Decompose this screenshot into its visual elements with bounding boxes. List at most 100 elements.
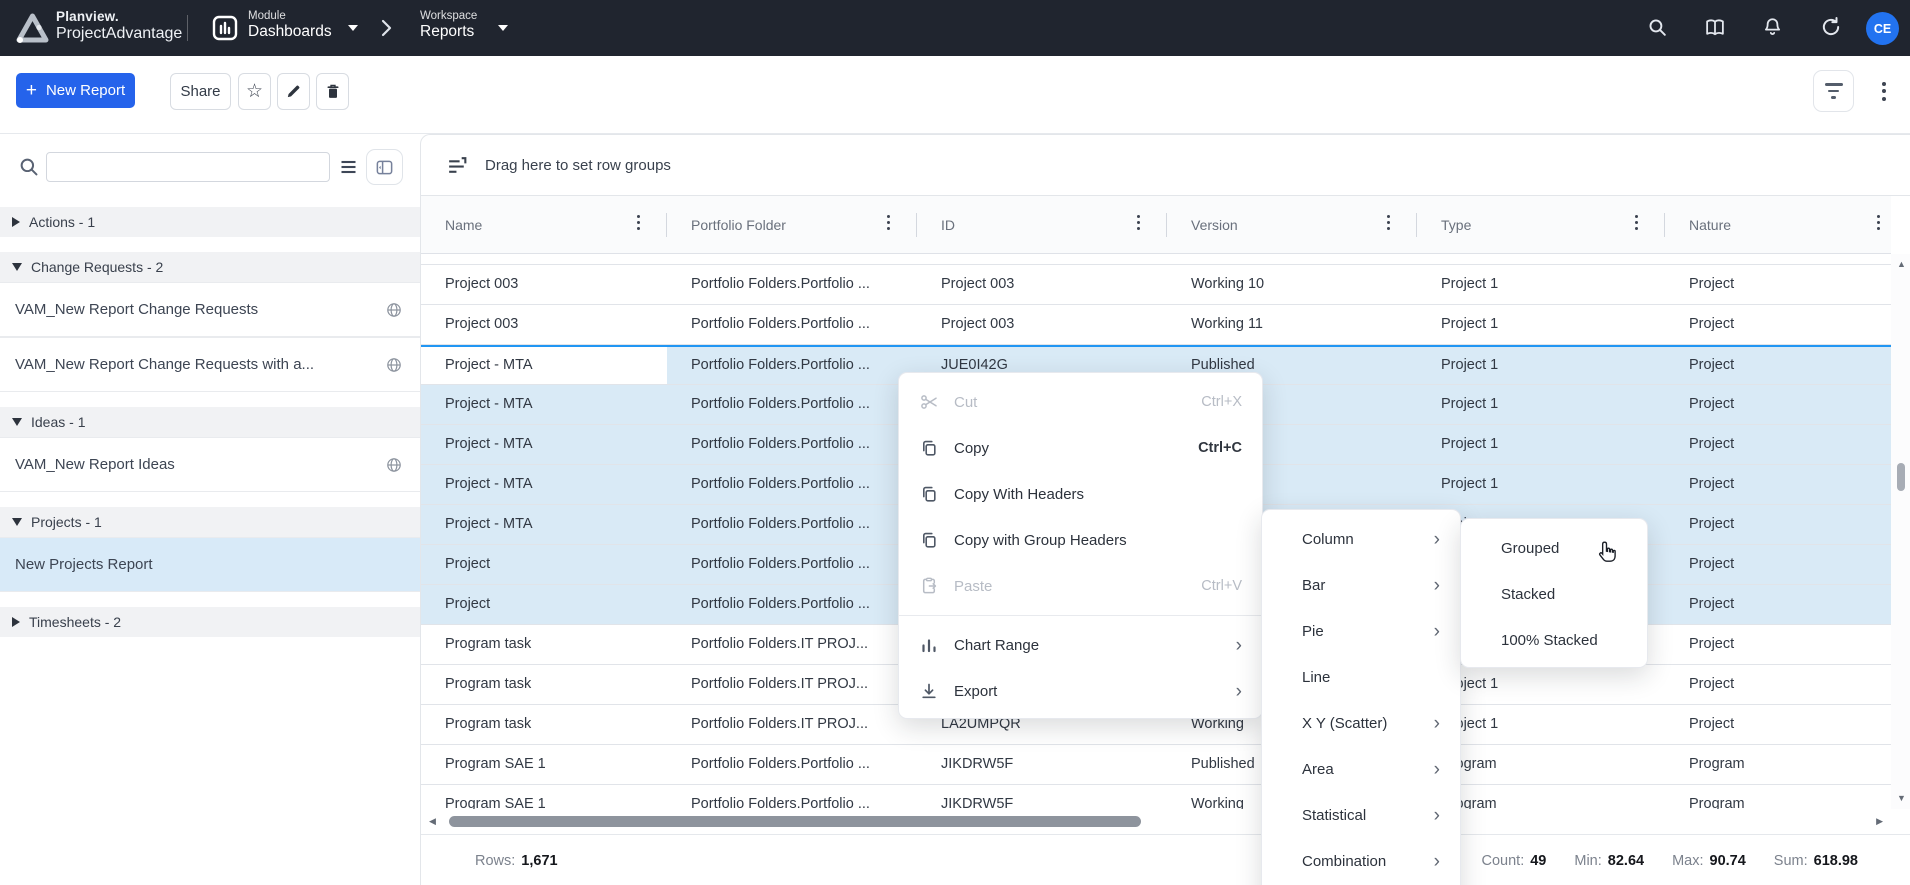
chart-menu-item-area[interactable]: Area› (1262, 746, 1460, 792)
cell-nature[interactable]: Project (1665, 305, 1891, 344)
vertical-scroll-thumb[interactable] (1897, 463, 1905, 491)
cell-folder[interactable]: Portfolio Folders.Portfolio ... (667, 545, 917, 584)
cell-folder[interactable]: Portfolio Folders.Portfolio ... (667, 465, 917, 504)
context-menu-item-copy-with-headers[interactable]: Copy With Headers (899, 471, 1262, 517)
cell-name[interactable]: Project 003 (421, 265, 667, 304)
scroll-right-icon[interactable]: ▶ (1876, 817, 1883, 826)
cell-nature[interactable]: Program (1665, 785, 1891, 809)
cell-nature[interactable]: Project (1665, 665, 1891, 704)
cell-name[interactable]: Project 003 (421, 305, 667, 344)
cell-folder[interactable]: Portfolio Folders.Portfolio ... (667, 305, 917, 344)
cell-folder[interactable]: Portfolio Folders.Portfolio ... (667, 505, 917, 544)
column-header-type[interactable]: Type (1417, 196, 1665, 254)
column-menu-kebab-icon[interactable] (1137, 215, 1140, 230)
cell-type[interactable]: Project 1 (1417, 305, 1665, 344)
cell-name[interactable]: Program task (421, 705, 667, 744)
context-menu-item-paste[interactable]: PasteCtrl+V (899, 563, 1262, 609)
cell-type[interactable]: Project 1 (1417, 347, 1665, 384)
cell-name[interactable]: Project - MTA (421, 505, 667, 544)
refresh-icon[interactable] (1820, 16, 1842, 38)
cell-type[interactable]: Project 1 (1417, 465, 1665, 504)
cell-folder[interactable]: Portfolio Folders.IT PROJ... (667, 705, 917, 744)
table-row[interactable]: Project 003Portfolio Folders.Portfolio .… (421, 265, 1891, 305)
tree-item[interactable]: VAM_New Report Change Requests with a... (0, 337, 420, 392)
tree-group-change[interactable]: Change Requests - 2 (0, 252, 420, 282)
column-header-version[interactable]: Version (1167, 196, 1417, 254)
column-header-name[interactable]: Name (421, 196, 667, 254)
cell-name[interactable]: Project (421, 545, 667, 584)
new-report-button[interactable]: + New Report (16, 73, 135, 108)
favorite-button[interactable]: ☆ (238, 73, 271, 110)
cell-nature[interactable]: Program (1665, 745, 1891, 784)
column-menu-kebab-icon[interactable] (1635, 215, 1638, 230)
column-header-folder[interactable]: Portfolio Folder (667, 196, 917, 254)
cell-folder[interactable]: Portfolio Folders.Portfolio ... (667, 745, 917, 784)
column-menu-item-stacked[interactable]: Stacked (1461, 571, 1647, 617)
table-row[interactable]: Program SAE 1Portfolio Folders.Portfolio… (421, 785, 1891, 809)
cell-id[interactable]: JIKDRW5F (917, 785, 1167, 809)
chart-menu-item-column[interactable]: Column› (1262, 516, 1460, 562)
table-row[interactable] (421, 254, 1891, 265)
cell-folder[interactable]: Portfolio Folders.IT PROJ... (667, 625, 917, 664)
cell-nature[interactable]: Project (1665, 385, 1891, 424)
context-menu-item-export[interactable]: Export› (899, 668, 1262, 714)
workspace-selector[interactable]: Workspace Reports (420, 10, 477, 41)
cell-nature[interactable]: Project (1665, 265, 1891, 304)
chart-menu-item-x-y-scatter-[interactable]: X Y (Scatter)› (1262, 700, 1460, 746)
edit-button[interactable] (277, 73, 310, 110)
bell-icon[interactable] (1762, 16, 1783, 38)
row-group-dropzone[interactable]: Drag here to set row groups (421, 135, 1910, 196)
chevron-expanded-icon[interactable] (12, 418, 22, 426)
cell-name[interactable]: Program SAE 1 (421, 785, 667, 809)
column-header-nature[interactable]: Nature (1665, 196, 1891, 254)
sidebar-search-input[interactable] (46, 152, 330, 182)
cell-version[interactable]: Working 10 (1167, 265, 1417, 304)
tree-group-ideas[interactable]: Ideas - 1 (0, 407, 420, 437)
context-menu-item-cut[interactable]: CutCtrl+X (899, 379, 1262, 425)
horizontal-scrollbar[interactable]: ◀ ▶ (421, 809, 1891, 834)
cell-folder[interactable]: Portfolio Folders.Portfolio ... (667, 425, 917, 464)
filter-button[interactable] (1813, 70, 1854, 112)
chevron-collapsed-icon[interactable] (12, 617, 20, 627)
cell-nature[interactable]: Project (1665, 505, 1891, 544)
cell-id[interactable]: JIKDRW5F (917, 745, 1167, 784)
tree-item[interactable]: VAM_New Report Change Requests (0, 282, 420, 337)
cell-folder[interactable]: Portfolio Folders.Portfolio ... (667, 785, 917, 809)
workspace-chevron-down-icon[interactable] (498, 25, 508, 31)
tree-group-actions[interactable]: Actions - 1 (0, 207, 420, 237)
search-icon[interactable] (1647, 17, 1668, 38)
chevron-expanded-icon[interactable] (12, 518, 22, 526)
module-chevron-down-icon[interactable] (348, 25, 358, 31)
cell-id[interactable]: Project 003 (917, 305, 1167, 344)
tree-group-projects[interactable]: Projects - 1 (0, 507, 420, 537)
cell-name[interactable]: Program task (421, 665, 667, 704)
cell-nature[interactable]: Project (1665, 347, 1891, 384)
scroll-down-icon[interactable]: ▼ (1897, 794, 1906, 803)
cell-name[interactable]: Project (421, 585, 667, 624)
table-row[interactable]: Project 003Portfolio Folders.Portfolio .… (421, 305, 1891, 345)
cell-id[interactable]: Project 003 (917, 265, 1167, 304)
collapse-panel-button[interactable] (366, 149, 403, 185)
column-menu-kebab-icon[interactable] (887, 215, 890, 230)
cell-folder[interactable]: Portfolio Folders.Portfolio ... (667, 585, 917, 624)
tree-item[interactable]: New Projects Report (0, 537, 420, 592)
cell-nature[interactable]: Project (1665, 585, 1891, 624)
column-menu-item-100-stacked[interactable]: 100% Stacked (1461, 617, 1647, 663)
chart-menu-item-line[interactable]: Line (1262, 654, 1460, 700)
cell-name[interactable]: Project - MTA (421, 385, 667, 424)
cell-name[interactable]: Program SAE 1 (421, 745, 667, 784)
cell-name[interactable]: Project - MTA (421, 347, 667, 384)
column-menu-kebab-icon[interactable] (1387, 215, 1390, 230)
column-menu-kebab-icon[interactable] (637, 215, 640, 230)
cell-nature[interactable]: Project (1665, 425, 1891, 464)
cell-version[interactable]: Working 11 (1167, 305, 1417, 344)
cell-nature[interactable]: Project (1665, 465, 1891, 504)
cell-folder[interactable]: Portfolio Folders.Portfolio ... (667, 385, 917, 424)
cell-type[interactable]: Project 1 (1417, 265, 1665, 304)
cell-name[interactable]: Project - MTA (421, 465, 667, 504)
user-avatar[interactable]: CE (1866, 12, 1899, 45)
chevron-collapsed-icon[interactable] (12, 217, 20, 227)
more-options-button[interactable] (1869, 74, 1899, 108)
scroll-up-icon[interactable]: ▲ (1897, 260, 1906, 269)
tree-group-timesheets[interactable]: Timesheets - 2 (0, 607, 420, 637)
